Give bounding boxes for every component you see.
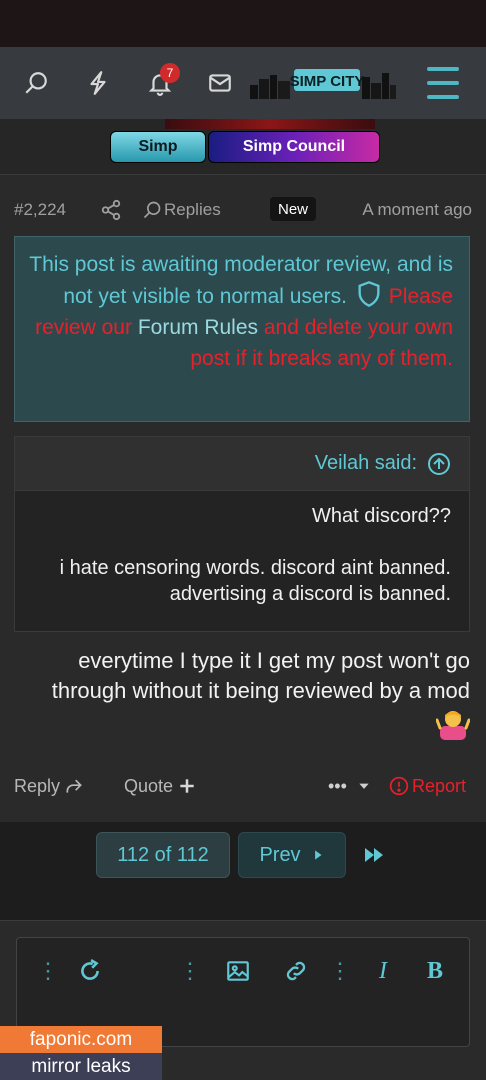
search-icon[interactable] bbox=[16, 63, 56, 103]
alert-count-badge: 7 bbox=[160, 63, 180, 83]
bold-icon[interactable]: B bbox=[427, 956, 443, 986]
more-options-button[interactable]: ••• bbox=[328, 772, 371, 800]
italic-icon[interactable]: I bbox=[379, 956, 387, 986]
post-meta: A moment ago New Replies #2,224 bbox=[14, 197, 472, 223]
moderation-notice: This post is awaiting moderator review, … bbox=[14, 236, 470, 422]
watermark-line-2: mirror leaks bbox=[0, 1053, 162, 1080]
plus-icon bbox=[180, 779, 194, 793]
redo-icon[interactable] bbox=[77, 956, 103, 986]
role-badge-simp: Simp bbox=[110, 131, 206, 163]
new-badge: New bbox=[270, 197, 317, 221]
post-message: everytime I type it I get my post won't … bbox=[16, 646, 470, 742]
reply-button[interactable]: Reply bbox=[14, 772, 84, 800]
post-number[interactable]: #2,224 bbox=[14, 197, 66, 223]
toolbar-more-icon[interactable]: ⋮ bbox=[179, 956, 201, 986]
reply-arrow-icon bbox=[66, 779, 82, 793]
share-icon[interactable] bbox=[100, 197, 122, 223]
watermark: faponic.com mirror leaks bbox=[0, 1026, 162, 1080]
logo-text: SIMP CITY bbox=[290, 73, 365, 90]
image-icon[interactable] bbox=[225, 956, 251, 986]
prev-label: Prev bbox=[259, 843, 301, 866]
search-icon bbox=[143, 201, 161, 219]
reply-label: Reply bbox=[14, 775, 61, 796]
chevron-down-icon bbox=[359, 783, 369, 789]
post-date[interactable]: A moment ago bbox=[362, 197, 472, 223]
user-banner-area: Simp Simp Council bbox=[0, 119, 486, 174]
site-logo[interactable]: SIMP CITY bbox=[250, 67, 396, 99]
whats-new-bolt-icon[interactable] bbox=[78, 63, 118, 103]
post-message-text: everytime I type it I get my post won't … bbox=[51, 648, 470, 703]
toolbar-more-icon[interactable]: ⋮ bbox=[329, 956, 351, 986]
alert-circle-icon bbox=[389, 776, 409, 796]
status-bar bbox=[0, 0, 486, 47]
shield-icon bbox=[358, 281, 380, 307]
hamburger-menu-icon[interactable] bbox=[423, 65, 463, 101]
quote-line-2: i hate censoring words. discord aint ban… bbox=[59, 557, 451, 605]
top-navigation: 7 SIMP CITY bbox=[0, 47, 486, 119]
inbox-envelope-icon[interactable] bbox=[200, 63, 240, 103]
watermark-line-1: faponic.com bbox=[0, 1026, 162, 1053]
quote-author: Veilah said: bbox=[314, 452, 417, 474]
shrug-emoji-icon bbox=[436, 711, 470, 740]
page-count-button[interactable]: 112 of 112 bbox=[96, 832, 230, 878]
quote-label: Quote bbox=[124, 775, 174, 796]
link-icon[interactable] bbox=[283, 956, 309, 986]
replies-link[interactable]: Replies bbox=[142, 197, 221, 223]
report-label: Report bbox=[411, 775, 466, 796]
post-actions: Report ••• Quote Reply bbox=[14, 772, 472, 800]
more-dots: ••• bbox=[328, 775, 347, 796]
quote-body: What discord?? i hate censoring words. d… bbox=[15, 491, 469, 607]
pagination: 112 of 112 Prev bbox=[0, 822, 486, 920]
arrow-up-circle-icon bbox=[428, 452, 450, 475]
quote-line-1: What discord?? bbox=[312, 505, 451, 527]
quote-button[interactable]: Quote bbox=[124, 772, 197, 800]
alerts-bell-icon[interactable]: 7 bbox=[140, 63, 180, 103]
toolbar-more-icon[interactable]: ⋮ bbox=[37, 956, 59, 986]
caret-right-icon bbox=[314, 850, 322, 860]
quote-header[interactable]: Veilah said: bbox=[15, 437, 469, 491]
last-page-icon[interactable] bbox=[354, 832, 394, 878]
prev-page-button[interactable]: Prev bbox=[238, 832, 346, 878]
forum-rules-link[interactable]: Forum Rules bbox=[138, 316, 258, 339]
report-button[interactable]: Report bbox=[389, 772, 466, 800]
user-banner-image bbox=[165, 119, 375, 129]
role-badge-council: Simp Council bbox=[208, 131, 380, 163]
replies-label: Replies bbox=[164, 200, 221, 219]
quote-block: Veilah said: What discord?? i hate censo… bbox=[14, 436, 470, 632]
